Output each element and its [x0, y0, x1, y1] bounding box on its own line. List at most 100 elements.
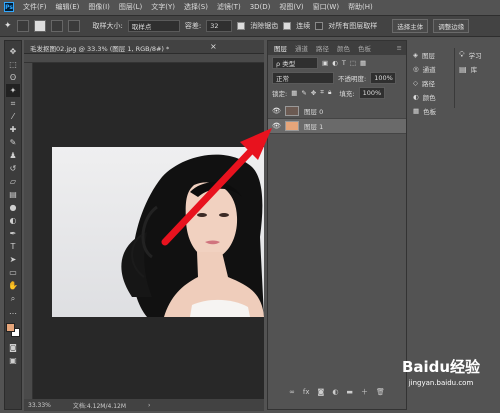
- clone-stamp-tool-icon[interactable]: ♟: [6, 149, 20, 162]
- dock-library[interactable]: ▤ 库: [455, 62, 500, 76]
- dock-paths[interactable]: ◇ 路径: [409, 76, 451, 90]
- blend-mode-select[interactable]: 正常: [272, 71, 334, 84]
- healing-brush-tool-icon[interactable]: ✚: [6, 123, 20, 136]
- gradient-tool-icon[interactable]: ▤: [6, 188, 20, 201]
- menu-select[interactable]: 选择(S): [184, 2, 208, 12]
- lock-paint-icon[interactable]: ✎: [301, 89, 306, 97]
- sample-size-select[interactable]: 取样点: [127, 20, 180, 32]
- shape-tool-icon[interactable]: ▭: [6, 266, 20, 279]
- add-selection-icon[interactable]: [33, 20, 46, 32]
- dock-swatches[interactable]: ▦ 色板: [409, 104, 451, 118]
- type-tool-icon[interactable]: T: [6, 240, 20, 253]
- adjustment-layer-icon[interactable]: ◐: [332, 388, 338, 396]
- marquee-tool-icon[interactable]: ⬚: [6, 58, 20, 71]
- menu-type[interactable]: 文字(Y): [151, 2, 175, 12]
- subtract-selection-icon[interactable]: [50, 20, 63, 32]
- visibility-eye-icon[interactable]: 👁︎: [272, 122, 281, 130]
- new-selection-icon[interactable]: [16, 20, 29, 32]
- dock-channels[interactable]: ◎ 通道: [409, 62, 451, 76]
- tab-paths[interactable]: 路径: [316, 43, 329, 53]
- sample-size-label: 取样大小:: [92, 22, 123, 30]
- pen-tool-icon[interactable]: ✒: [6, 227, 20, 240]
- filter-smart-icon[interactable]: ▦: [360, 59, 366, 67]
- dodge-tool-icon[interactable]: ◐: [6, 214, 20, 227]
- menu-3d[interactable]: 3D(D): [250, 3, 271, 11]
- screen-mode-icon[interactable]: ▣: [6, 354, 20, 367]
- menu-layer[interactable]: 图层(L): [119, 2, 142, 12]
- menu-image[interactable]: 图像(I): [88, 2, 110, 12]
- watermark-url: jingyan.baidu.com: [408, 379, 474, 387]
- document-tab[interactable]: 毛发抠图02.jpg @ 33.3% (图层 1, RGB/8#) * ×: [24, 40, 264, 54]
- panel-menu-icon[interactable]: ≡: [397, 44, 402, 52]
- status-arrow-icon[interactable]: ›: [148, 402, 150, 409]
- layer-filter-select[interactable]: ρ 类型: [272, 56, 318, 69]
- color-swatches[interactable]: [5, 322, 21, 338]
- intersect-selection-icon[interactable]: [67, 20, 80, 32]
- lock-pixels-icon[interactable]: ▦: [291, 89, 297, 97]
- dock-layers[interactable]: ◈ 图层: [409, 48, 451, 62]
- lock-all-icon[interactable]: 🔒︎: [328, 88, 331, 97]
- filter-shape-icon[interactable]: ⬚: [350, 59, 356, 67]
- opacity-input[interactable]: 100%: [370, 71, 397, 84]
- lasso-tool-icon[interactable]: ʘ: [6, 71, 20, 84]
- menu-filter[interactable]: 滤镜(T): [217, 2, 241, 12]
- link-layers-icon[interactable]: ∞: [289, 388, 295, 396]
- lock-label: 锁定:: [272, 89, 288, 98]
- contiguous-checkbox[interactable]: [283, 22, 292, 30]
- layer-row-0[interactable]: 👁︎ 图层 0: [268, 104, 406, 119]
- crop-tool-icon[interactable]: ⌗: [6, 97, 20, 110]
- antialias-checkbox[interactable]: [237, 22, 246, 30]
- tolerance-input[interactable]: 32: [206, 20, 233, 32]
- history-brush-tool-icon[interactable]: ↺: [6, 162, 20, 175]
- filter-type-icon[interactable]: T: [342, 59, 346, 67]
- tab-layers[interactable]: 图层: [274, 43, 287, 53]
- magic-wand-tool-icon[interactable]: ✦: [6, 84, 20, 97]
- path-selection-tool-icon[interactable]: ➤: [6, 253, 20, 266]
- sample-size-value: 取样点: [131, 23, 152, 31]
- brush-tool-icon[interactable]: ✎: [6, 136, 20, 149]
- magic-wand-tool-icon[interactable]: ✦: [4, 21, 12, 31]
- add-mask-icon[interactable]: ◙: [318, 388, 325, 396]
- filter-pixel-icon[interactable]: ▣: [322, 59, 328, 67]
- menu-view[interactable]: 视图(V): [279, 2, 303, 12]
- tab-swatches[interactable]: 色板: [358, 43, 371, 53]
- eraser-tool-icon[interactable]: ▱: [6, 175, 20, 188]
- menu-window[interactable]: 窗口(W): [313, 2, 339, 12]
- layer-style-icon[interactable]: fx: [303, 388, 310, 396]
- lock-artboard-icon[interactable]: ⌗: [320, 88, 324, 97]
- eyedropper-tool-icon[interactable]: ⁄: [6, 110, 20, 123]
- select-subject-button[interactable]: 选择主体: [392, 19, 429, 33]
- dock-color[interactable]: ◐ 颜色: [409, 90, 451, 104]
- visibility-eye-icon[interactable]: 👁︎: [272, 107, 281, 115]
- filter-adjust-icon[interactable]: ◐: [332, 59, 338, 67]
- dock-layers-label: 图层: [422, 52, 435, 60]
- tolerance-label: 容差:: [184, 22, 202, 30]
- new-group-icon[interactable]: ▬: [346, 388, 353, 396]
- close-icon[interactable]: ×: [210, 42, 217, 51]
- color-icon: ◐: [413, 93, 419, 101]
- fill-input[interactable]: 100%: [358, 86, 385, 99]
- move-tool-icon[interactable]: ✥: [6, 45, 20, 58]
- menu-edit[interactable]: 编辑(E): [56, 2, 80, 12]
- tab-color[interactable]: 颜色: [337, 43, 350, 53]
- delete-layer-icon[interactable]: 🗑︎: [376, 388, 385, 396]
- lock-position-icon[interactable]: ✥: [311, 89, 316, 97]
- blur-tool-icon[interactable]: ●: [6, 201, 20, 214]
- quick-mask-icon[interactable]: ◙: [6, 341, 20, 354]
- sample-all-checkbox[interactable]: [315, 22, 324, 30]
- menu-help[interactable]: 帮助(H): [348, 2, 373, 12]
- more-tools-icon[interactable]: …: [6, 305, 20, 318]
- new-layer-icon[interactable]: ＋: [361, 387, 368, 397]
- refine-edge-button[interactable]: 调整边缘: [433, 19, 470, 33]
- fill-label: 填充:: [339, 89, 355, 98]
- canvas-image[interactable]: [52, 147, 264, 317]
- layer-row-1[interactable]: 👁︎ 图层 1: [268, 119, 406, 134]
- menu-bar: Ps 文件(F) 编辑(E) 图像(I) 图层(L) 文字(Y) 选择(S) 滤…: [0, 0, 500, 14]
- menu-file[interactable]: 文件(F): [23, 2, 47, 12]
- zoom-tool-icon[interactable]: ⌕: [6, 292, 20, 305]
- foreground-color-swatch[interactable]: [6, 323, 15, 332]
- dock-learn[interactable]: 💡︎ 学习: [455, 48, 500, 62]
- zoom-level[interactable]: 33.33%: [28, 402, 51, 409]
- tab-channels[interactable]: 通道: [295, 43, 308, 53]
- hand-tool-icon[interactable]: ✋: [6, 279, 20, 292]
